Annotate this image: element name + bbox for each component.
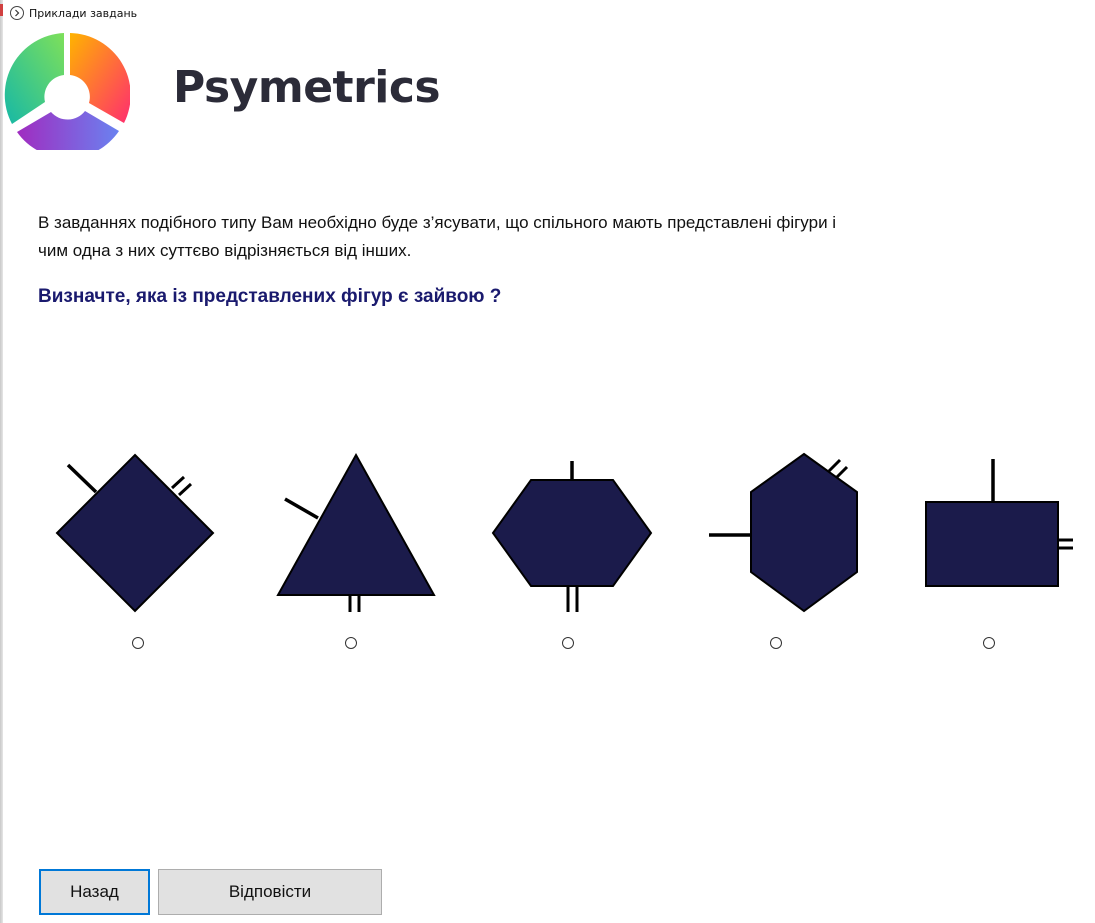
- instructions-line-1: В завданнях подібного типу Вам необхідно…: [38, 213, 837, 232]
- brand-name: Psymetrics: [173, 62, 441, 113]
- answer-radio-5[interactable]: [983, 637, 995, 649]
- question-text: Визначте, яка із представлених фігур є з…: [38, 286, 502, 307]
- figure-rectangle: [925, 459, 1073, 587]
- answer-radio-1[interactable]: [132, 637, 144, 649]
- figures-panel: [0, 440, 1095, 630]
- figure-triangle: [276, 452, 436, 612]
- figure-diamond: [55, 453, 215, 613]
- instructions-text: В завданнях подібного типу Вам необхідно…: [38, 209, 938, 265]
- answer-radio-4[interactable]: [770, 637, 782, 649]
- instructions-line-2: чим одна з них суттєво відрізняється від…: [38, 241, 412, 260]
- window-titlebar: Приклади завдань: [10, 4, 137, 22]
- chevron-right-icon[interactable]: [10, 6, 24, 20]
- window-edge-marker: [0, 4, 3, 16]
- window-title: Приклади завдань: [29, 6, 138, 20]
- psymetrics-logo-icon: [4, 30, 131, 159]
- figure-hexagon-horizontal: [491, 461, 653, 612]
- back-button[interactable]: Назад: [39, 869, 150, 915]
- answer-button[interactable]: Відповісти: [158, 869, 382, 915]
- answer-radio-3[interactable]: [562, 637, 574, 649]
- answer-radio-2[interactable]: [345, 637, 357, 649]
- figure-hexagon-vertical: [709, 452, 858, 613]
